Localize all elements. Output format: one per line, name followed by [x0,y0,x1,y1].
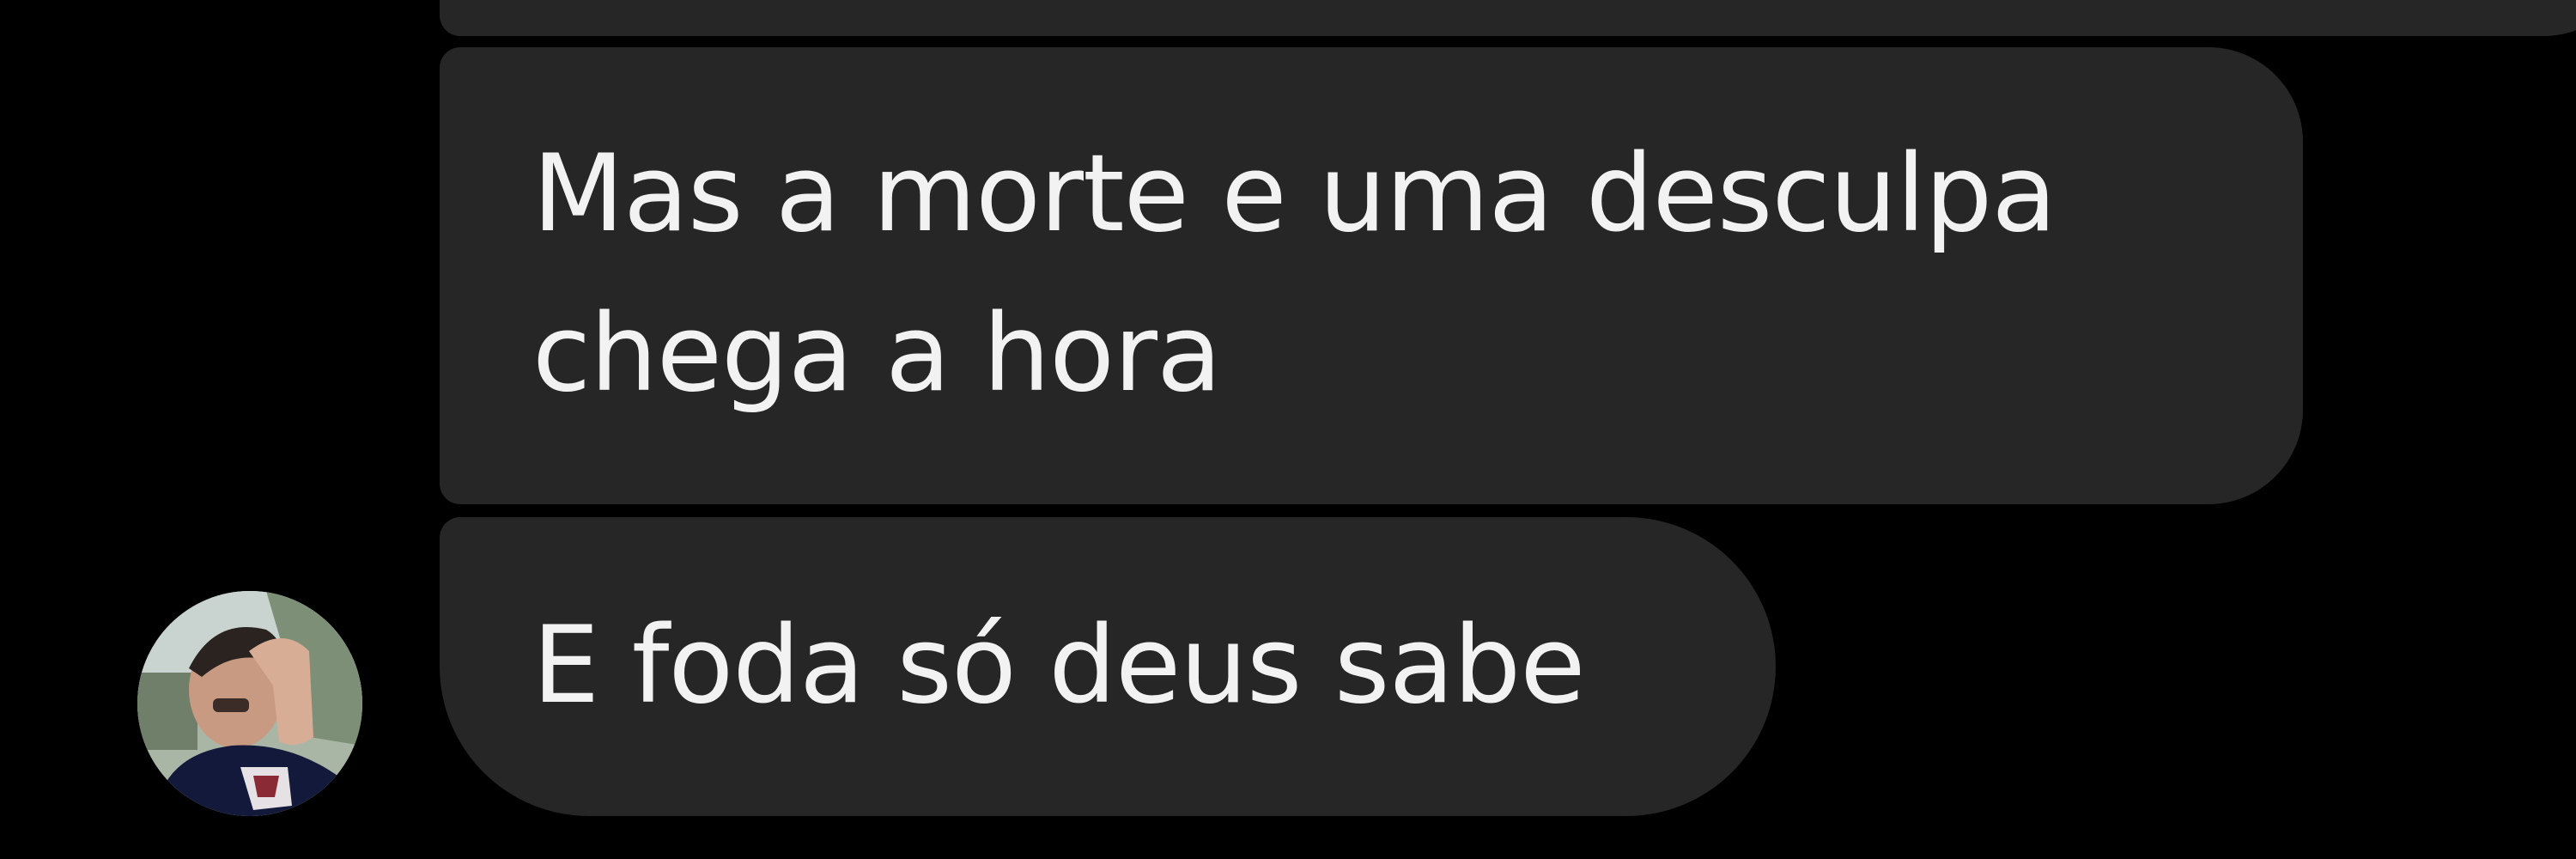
message-bubble[interactable]: Mas a morte e uma desculpa chega a hora [440,47,2303,504]
message-text-line: Mas a morte e uma desculpa [532,132,2057,256]
previous-message-bubble[interactable] [440,0,2576,36]
sender-avatar[interactable] [137,591,362,816]
message-text-line: chega a hora [532,292,1222,416]
profile-photo-icon [137,591,362,816]
message-text-line: E foda só deus sabe [532,604,1585,728]
message-bubble[interactable]: E foda só deus sabe [440,517,1776,816]
